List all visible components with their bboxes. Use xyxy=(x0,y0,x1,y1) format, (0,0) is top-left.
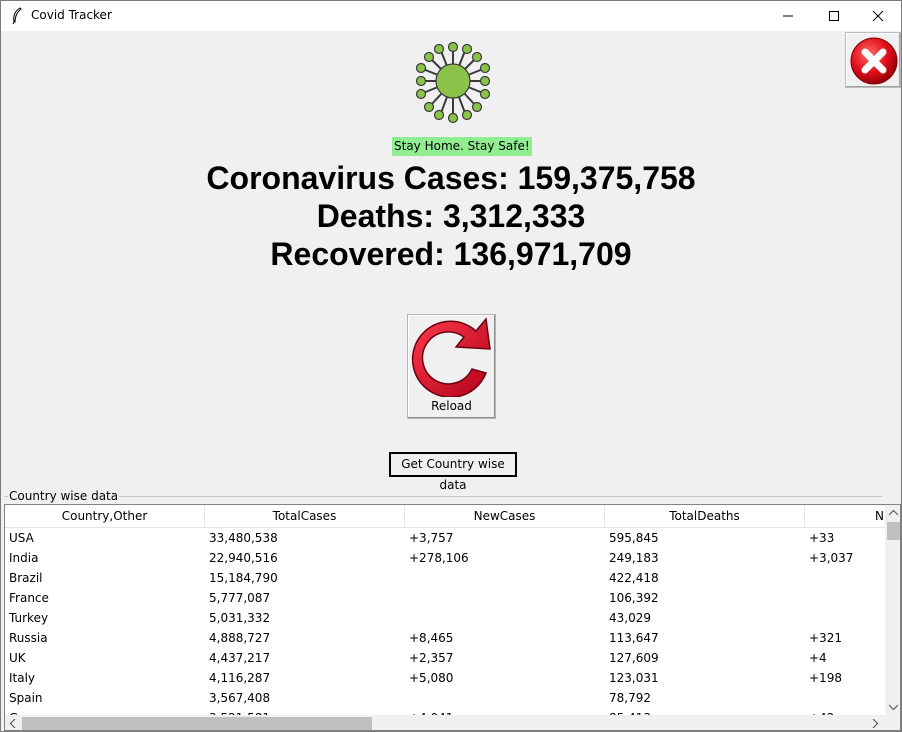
table-cell: +2,357 xyxy=(409,651,454,665)
vertical-scroll-thumb[interactable] xyxy=(887,522,900,540)
table-row[interactable]: Russia 4,888,727 +8,465 113,647 +321 xyxy=(5,628,885,648)
reload-label: Reload xyxy=(431,399,472,413)
table-cell: +8,465 xyxy=(409,631,454,645)
table-cell: 127,609 xyxy=(609,651,659,665)
window-title: Covid Tracker xyxy=(31,8,112,22)
minimize-button[interactable] xyxy=(765,1,811,31)
table-row[interactable]: Brazil 15,184,790 422,418 xyxy=(5,568,885,588)
scroll-left-icon[interactable] xyxy=(10,719,16,728)
table-cell: 4,116,287 xyxy=(209,671,271,685)
table-cell: Brazil xyxy=(9,571,43,585)
table-cell: Turkey xyxy=(9,611,49,625)
stats-block: Coronavirus Cases: 159,375,758 Deaths: 3… xyxy=(1,159,901,273)
table-cell: +3,757 xyxy=(409,531,454,545)
table-row[interactable]: Spain 3,567,408 78,792 xyxy=(5,688,885,708)
table-cell xyxy=(405,568,605,588)
table-cell: 78,792 xyxy=(609,691,651,705)
table-cell: 5,777,087 xyxy=(209,591,271,605)
table-cell: UK xyxy=(9,651,26,665)
window-close-button[interactable] xyxy=(855,1,901,31)
scroll-right-icon[interactable] xyxy=(872,719,878,728)
title-bar[interactable]: Covid Tracker xyxy=(1,1,901,31)
table-cell: 15,184,790 xyxy=(209,571,278,585)
exit-button[interactable] xyxy=(845,32,901,88)
vertical-scrollbar[interactable] xyxy=(885,505,900,715)
table-header: Country,Other TotalCases NewCases TotalD… xyxy=(5,505,900,528)
scroll-down-icon[interactable] xyxy=(889,704,898,710)
table-cell: Russia xyxy=(9,631,48,645)
app-window: Covid Tracker Stay Home. Stay Safe! Coro… xyxy=(0,0,902,732)
scrollbar-corner xyxy=(885,715,900,730)
table-cell: 3,567,408 xyxy=(209,691,271,705)
table-cell: France xyxy=(9,591,49,605)
table-cell xyxy=(405,608,605,628)
close-icon xyxy=(872,10,884,22)
table-row[interactable]: Italy 4,116,287 +5,080 123,031 +198 xyxy=(5,668,885,688)
table-cell: 106,392 xyxy=(609,591,659,605)
virus-icon xyxy=(415,41,491,124)
table-cell: 4,437,217 xyxy=(209,651,271,665)
table-row[interactable]: France 5,777,087 106,392 xyxy=(5,588,885,608)
table-row[interactable]: USA 33,480,538 +3,757 595,845 +33 xyxy=(5,528,885,548)
column-header-total-deaths[interactable]: TotalDeaths xyxy=(605,505,805,528)
cases-label: Coronavirus Cases: 159,375,758 xyxy=(206,160,696,196)
get-country-data-button[interactable]: Get Country wise data xyxy=(389,452,517,492)
country-group-label: Country wise data xyxy=(8,489,120,503)
table-row[interactable]: India 22,940,516 +278,106 249,183 +3,037 xyxy=(5,548,885,568)
column-header-total-cases[interactable]: TotalCases xyxy=(205,505,405,528)
table-cell: Italy xyxy=(9,671,36,685)
recovered-label: Recovered: 136,971,709 xyxy=(270,236,632,272)
column-header-new-cases[interactable]: NewCases xyxy=(405,505,605,528)
feather-icon xyxy=(12,7,22,25)
country-table[interactable]: Country,Other TotalCases NewCases TotalD… xyxy=(4,504,901,731)
exit-icon xyxy=(850,37,898,85)
main-content: Stay Home. Stay Safe! Coronavirus Cases:… xyxy=(1,31,901,731)
column-header-country[interactable]: Country,Other xyxy=(5,505,205,528)
maximize-button[interactable] xyxy=(811,1,857,31)
horizontal-scrollbar[interactable] xyxy=(5,715,885,730)
table-row[interactable]: UK 4,437,217 +2,357 127,609 +4 xyxy=(5,648,885,668)
deaths-label: Deaths: 3,312,333 xyxy=(316,198,586,234)
table-cell: 5,031,332 xyxy=(209,611,271,625)
table-cell: 22,940,516 xyxy=(209,551,278,565)
table-cell: India xyxy=(9,551,39,565)
table-cell: 43,029 xyxy=(609,611,651,625)
scroll-up-icon[interactable] xyxy=(889,510,898,516)
horizontal-scroll-thumb[interactable] xyxy=(22,717,372,730)
table-cell: Spain xyxy=(9,691,43,705)
table-cell: +5,080 xyxy=(409,671,454,685)
table-cell xyxy=(405,588,605,608)
table-cell: 113,647 xyxy=(609,631,659,645)
table-cell: 422,418 xyxy=(609,571,659,585)
table-cell: USA xyxy=(9,531,34,545)
table-cell: 33,480,538 xyxy=(209,531,278,545)
table-cell: 123,031 xyxy=(609,671,659,685)
maximize-icon xyxy=(829,11,839,21)
minimize-icon xyxy=(783,15,793,17)
table-cell: 249,183 xyxy=(609,551,659,565)
table-cell: 595,845 xyxy=(609,531,659,545)
reload-icon xyxy=(411,317,491,397)
table-row[interactable]: Turkey 5,031,332 43,029 xyxy=(5,608,885,628)
reload-button[interactable]: Reload xyxy=(407,314,496,419)
table-cell: 4,888,727 xyxy=(209,631,271,645)
table-cell xyxy=(405,688,605,708)
stay-safe-banner: Stay Home. Stay Safe! xyxy=(392,137,532,156)
table-cell: +278,106 xyxy=(409,551,469,565)
